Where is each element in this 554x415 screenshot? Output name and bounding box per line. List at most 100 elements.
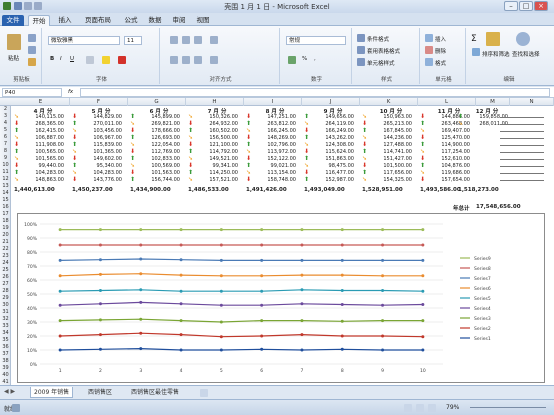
month-total[interactable]: 1,528,951.00 [362,187,403,193]
format-button[interactable]: 格式 [435,59,446,67]
column-header[interactable]: L [418,98,476,106]
sheet-tab-2009-sales[interactable]: 2009 年销售 [30,387,74,398]
data-point[interactable] [260,289,264,293]
data-point[interactable] [260,347,264,351]
insert-button[interactable]: 插入 [435,35,446,43]
table-cell[interactable]: 117,656.00 [370,170,412,176]
data-point[interactable] [421,274,425,278]
table-cell[interactable]: 95,340.00 [80,163,122,169]
table-cell[interactable]: 148,269.00 [254,135,296,141]
month-total[interactable]: 1,486,533.00 [188,187,229,193]
row-header[interactable]: 35 [0,337,11,344]
data-point[interactable] [179,302,183,306]
data-point[interactable] [340,273,344,277]
align-center-icon[interactable] [182,56,190,64]
align-middle-icon[interactable] [182,36,190,44]
table-cell[interactable]: 151,427.00 [370,156,412,162]
tab-view[interactable]: 视图 [192,15,214,26]
sort-filter-icon[interactable] [486,32,500,46]
table-cell[interactable]: 169,407.00 [428,128,470,134]
table-cell[interactable]: 99,341.00 [196,163,238,169]
data-point[interactable] [139,300,143,304]
table-cell[interactable]: 148,863.00 [22,177,64,183]
font-size-box[interactable]: 11 [124,36,142,45]
zoom-slider[interactable] [470,407,546,408]
row-header[interactable]: 38 [0,358,11,365]
data-point[interactable] [58,348,62,352]
series-line[interactable] [60,273,423,277]
table-cell[interactable]: 264,932.00 [196,121,238,127]
data-point[interactable] [139,331,143,335]
column-header[interactable]: E [12,98,70,106]
column-header[interactable]: N [510,98,554,106]
month-total[interactable]: 1,493,049.00 [304,187,345,193]
month-total[interactable]: 1,434,900.00 [130,187,171,193]
data-point[interactable] [58,243,62,247]
table-cell[interactable]: 166,249.00 [312,128,354,134]
data-point[interactable] [219,303,223,307]
table-cell[interactable]: 115,624.00 [312,149,354,155]
row-header[interactable]: 18 [0,218,11,225]
data-point[interactable] [381,303,385,307]
row-header[interactable]: 22 [0,246,11,253]
month-total[interactable]: 1,491,426.00 [246,187,287,193]
data-point[interactable] [381,319,385,323]
row-header[interactable]: 3 [0,113,11,120]
month-total[interactable]: 1,493,586.00 [420,187,461,193]
table-cell[interactable]: 149,656.00 [312,114,354,120]
table-cell[interactable]: 117,254.00 [428,149,470,155]
data-point[interactable] [219,289,223,293]
table-cell[interactable]: 100,565.00 [22,149,64,155]
table-cell[interactable]: 270,011.00 [80,121,122,127]
column-header[interactable]: I [244,98,302,106]
table-cell[interactable]: 126,693.00 [138,135,180,141]
font-color-icon[interactable] [118,56,126,64]
series-line[interactable] [60,318,423,323]
data-point[interactable] [98,333,102,337]
cut-icon[interactable] [28,34,36,42]
data-point[interactable] [98,243,102,247]
data-point[interactable] [421,258,425,262]
table-cell[interactable]: 268,365.00 [22,121,64,127]
data-point[interactable] [219,243,223,247]
table-cell[interactable]: 125,470.00 [428,135,470,141]
data-point[interactable] [179,348,183,352]
data-point[interactable] [260,228,264,232]
align-bottom-icon[interactable] [194,36,202,44]
column-header[interactable]: K [360,98,418,106]
paste-icon[interactable] [7,34,21,50]
data-point[interactable] [300,302,304,306]
data-point[interactable] [98,272,102,276]
new-sheet-icon[interactable] [200,389,208,397]
data-point[interactable] [300,258,304,262]
row-header[interactable]: 13 [0,183,11,190]
series-line[interactable] [60,301,423,306]
data-point[interactable] [381,289,385,292]
data-point[interactable] [98,347,102,351]
data-point[interactable] [421,289,425,293]
table-cell[interactable]: 144,886.00 [428,114,470,120]
delete-icon[interactable] [425,46,433,54]
tab-file[interactable]: 文件 [2,15,24,26]
close-button[interactable]: × [534,1,548,11]
table-cell[interactable]: 157,521.00 [196,177,238,183]
data-point[interactable] [260,319,264,323]
sheet-tab-west-best-retail[interactable]: 西销售区最佳零售 [128,387,182,398]
table-format-icon[interactable] [357,46,365,54]
data-point[interactable] [260,334,264,338]
table-cell[interactable]: 144,236.00 [370,135,412,141]
maximize-button[interactable]: □ [519,1,533,11]
data-point[interactable] [421,243,425,247]
table-cell[interactable]: 152,987.00 [312,177,354,183]
data-point[interactable] [260,243,264,247]
data-point[interactable] [98,228,102,232]
row-header[interactable]: 34 [0,330,11,337]
tab-data[interactable]: 数据 [144,15,166,26]
table-cell[interactable]: 114,250.00 [196,170,238,176]
row-header[interactable]: 7 [0,141,11,148]
data-point[interactable] [421,319,425,323]
sheet-nav-icon[interactable]: ◀ ▶ [4,388,15,395]
table-cell[interactable]: 154,325.00 [370,177,412,183]
data-point[interactable] [139,347,143,351]
table-cell[interactable]: 145,899.00 [138,114,180,120]
